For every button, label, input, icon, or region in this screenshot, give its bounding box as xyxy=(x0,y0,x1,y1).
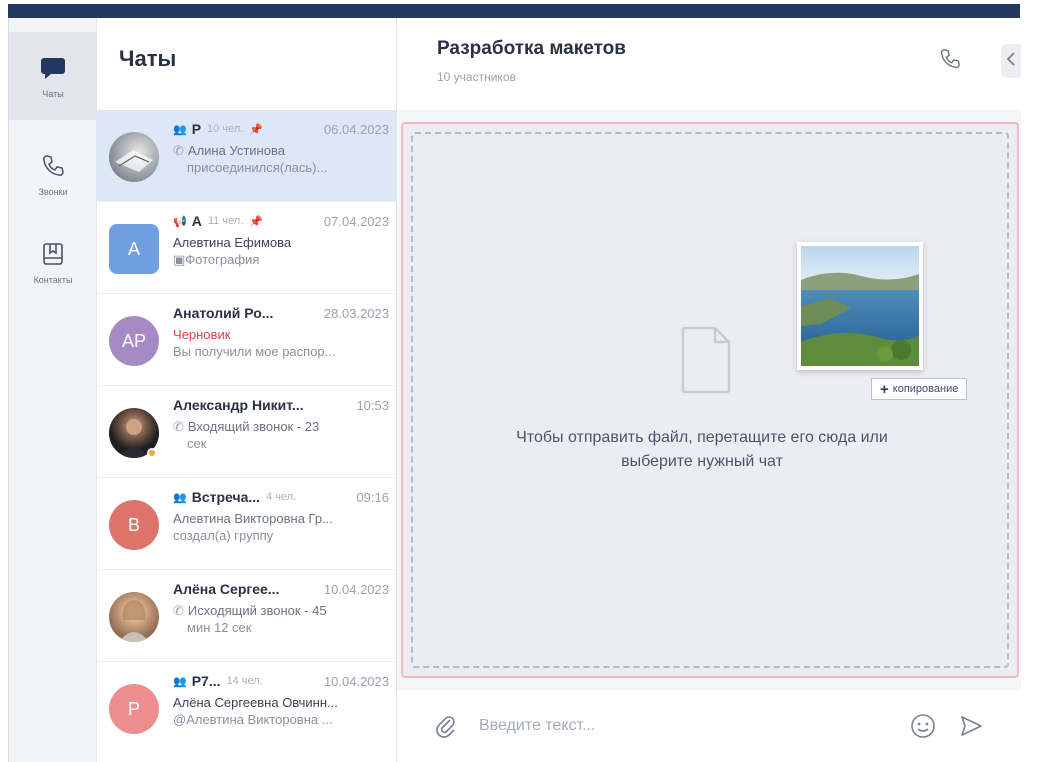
nav-item-contacts[interactable]: Контакты xyxy=(9,218,97,306)
chat-preview-text: Исходящий звонок - 45 xyxy=(187,603,327,618)
chat-bubble-icon xyxy=(38,53,68,83)
avatar xyxy=(109,132,159,182)
chat-name: Анатолий Ро... xyxy=(173,305,274,321)
nav-label-calls: Звонки xyxy=(38,187,68,197)
nav-label-chats: Чаты xyxy=(42,89,64,99)
chat-preview-text-cont: сек xyxy=(187,436,207,451)
contacts-book-icon xyxy=(38,239,68,269)
chat-header: Разработка макетов 10 участников xyxy=(397,18,1021,110)
chat-date: 28.03.2023 xyxy=(323,305,389,321)
chat-list-item[interactable]: AP Анатолий Ро... 28.03.2023 Черновик Вы… xyxy=(97,294,396,386)
phone-small-icon: ✆ xyxy=(173,603,184,618)
channel-megaphone-icon: 📢 xyxy=(173,215,187,228)
copy-badge-label: копирование xyxy=(892,383,959,395)
group-icon: 👥 xyxy=(173,123,187,136)
file-drop-area[interactable]: Чтобы отправить файл, перетащите его сюд… xyxy=(401,122,1019,678)
emoji-icon[interactable] xyxy=(909,712,937,745)
chat-members: 14 чел. xyxy=(226,675,263,687)
plus-icon: + xyxy=(880,380,889,398)
phone-small-icon: ✆ xyxy=(173,143,184,158)
chat-preview-author: Алёна Сергеевна Овчинн... xyxy=(173,695,338,710)
phone-small-icon: ✆ xyxy=(173,419,184,434)
chat-preview-text: Входящий звонок - 23 xyxy=(187,419,320,434)
pin-icon: 📌 xyxy=(249,215,263,228)
phone-icon xyxy=(38,151,68,181)
avatar: P xyxy=(109,684,159,734)
group-icon: 👥 xyxy=(173,491,187,504)
message-composer xyxy=(397,690,1021,762)
drop-instructions: Чтобы отправить файл, перетащите его сюд… xyxy=(516,429,888,470)
chat-list-item[interactable]: A 📢 А 11 чел. 📌 07.04.2023 Алевтина Ефим… xyxy=(97,202,396,294)
nav-item-calls[interactable]: Звонки xyxy=(9,130,97,218)
online-status-dot xyxy=(147,448,157,458)
send-icon[interactable] xyxy=(957,712,985,745)
chat-date: 09:16 xyxy=(356,489,389,505)
messenger-app: Чаты Звонки Контакты Чаты 👥 Р 10 чел. 📌 … xyxy=(8,18,1021,762)
chat-preview-text: создал(а) группу xyxy=(173,528,274,543)
phone-icon xyxy=(939,48,961,75)
chat-participants-count: 10 участников xyxy=(437,70,516,84)
message-input[interactable] xyxy=(479,708,879,744)
chat-name: Александр Никит... xyxy=(173,397,304,413)
avatar-letter: AP xyxy=(121,330,146,351)
dragged-image-preview xyxy=(797,242,923,370)
chat-date: 07.04.2023 xyxy=(323,213,389,229)
landscape-photo-thumbnail xyxy=(801,246,919,366)
chat-list-item[interactable]: 👥 Р 10 чел. 📌 06.04.2023 ✆ Алина Устинова… xyxy=(97,110,396,202)
chat-date: 06.04.2023 xyxy=(323,121,389,137)
chat-list-panel: Чаты 👥 Р 10 чел. 📌 06.04.2023 ✆ Алина Уст… xyxy=(97,18,397,762)
chat-main-area: Разработка макетов 10 участников Чтобы о… xyxy=(397,18,1021,762)
chat-members: 4 чел. xyxy=(266,491,297,503)
nav-item-chats[interactable]: Чаты xyxy=(9,32,97,120)
avatar-letter: P xyxy=(127,698,140,719)
nav-label-contacts: Контакты xyxy=(33,275,73,285)
chat-draft-label: Черновик xyxy=(173,327,231,342)
chat-preview-author: Алина Устинова xyxy=(187,143,285,158)
chat-name: Р7... xyxy=(191,673,221,689)
chat-title: Разработка макетов xyxy=(437,38,626,59)
chat-members: 10 чел. xyxy=(207,123,244,135)
chat-preview-text: Вы получили мое распор... xyxy=(173,344,336,359)
chat-list-title: Чаты xyxy=(119,46,177,71)
chat-members: 11 чел. xyxy=(207,215,244,227)
pin-icon: 📌 xyxy=(249,123,263,136)
avatar: A xyxy=(109,224,159,274)
chat-preview-author: Алевтина Ефимова xyxy=(173,235,292,250)
chevron-left-icon xyxy=(1006,51,1016,72)
avatar xyxy=(109,592,159,642)
avatar: B xyxy=(109,500,159,550)
chat-list-item[interactable]: Алёна Сергее... 10.04.2023 ✆ Исходящий зв… xyxy=(97,570,396,662)
chat-date: 10:53 xyxy=(356,397,389,413)
attach-paperclip-icon[interactable] xyxy=(435,714,457,743)
copy-badge: + копирование xyxy=(871,378,968,400)
photo-small-icon: ▣ xyxy=(173,252,186,267)
call-button[interactable] xyxy=(933,44,967,78)
chat-name: Алёна Сергее... xyxy=(173,581,280,597)
window-top-bar xyxy=(8,4,1020,18)
chat-name: А xyxy=(191,213,202,229)
avatar-letter: B xyxy=(127,514,140,535)
chat-name: Встреча... xyxy=(191,489,261,505)
chat-preview-text: Фотография xyxy=(185,252,260,267)
chat-list-item[interactable]: P 👥 Р7... 14 чел. 10.04.2023 Алёна Серге… xyxy=(97,662,396,754)
private-group-icon: 👥 xyxy=(173,675,187,688)
chat-preview-text: @Алевтина Викторовна ... xyxy=(173,712,333,727)
collapse-panel-button[interactable] xyxy=(1001,44,1021,78)
chat-date: 10.04.2023 xyxy=(323,673,389,689)
chat-list-item[interactable]: B 👥 Встреча... 4 чел. 09:16 Алевтина Вик… xyxy=(97,478,396,570)
avatar-letter: A xyxy=(127,238,140,259)
chat-preview-text-cont: мин 12 сек xyxy=(187,620,252,635)
chat-name: Р xyxy=(191,121,202,137)
chat-preview-text: присоединился(лась)... xyxy=(187,160,328,175)
nav-rail: Чаты Звонки Контакты xyxy=(9,18,97,762)
chat-preview-author: Алевтина Викторовна Гр... xyxy=(173,511,333,526)
avatar: AP xyxy=(109,316,159,366)
file-icon xyxy=(679,324,735,401)
chat-date: 10.04.2023 xyxy=(323,581,389,597)
chat-list-item[interactable]: Александр Никит... 10:53 ✆ Входящий звоно… xyxy=(97,386,396,478)
